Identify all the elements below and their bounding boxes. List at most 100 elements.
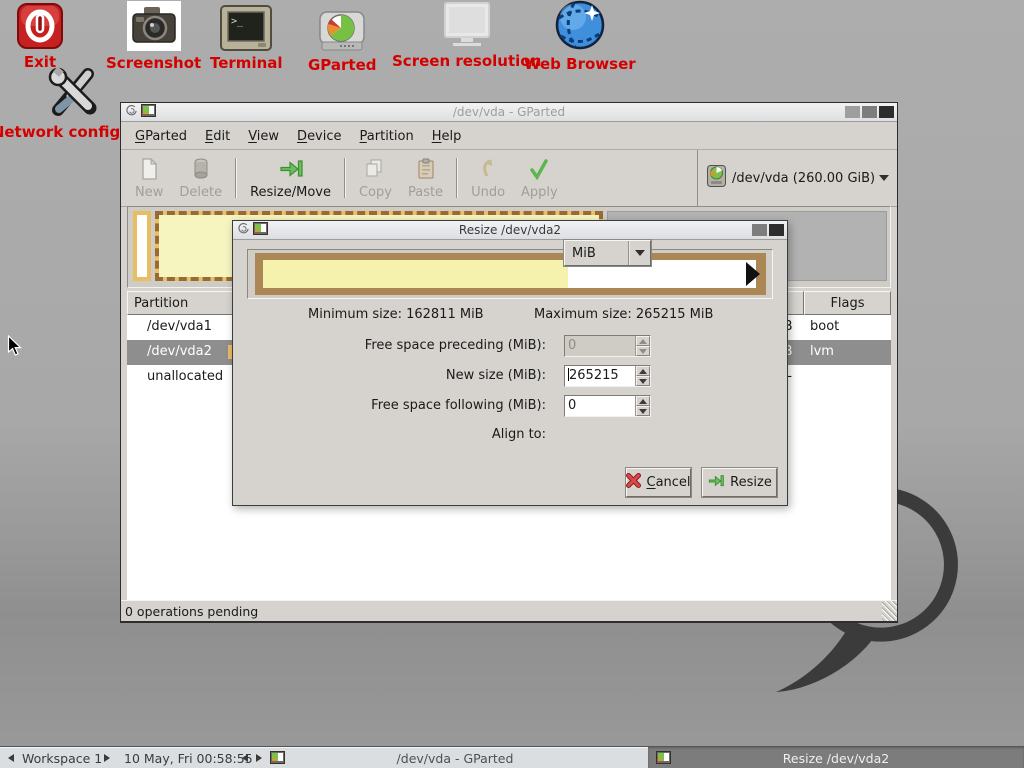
dialog-title: Resize /dev/vda2 bbox=[233, 223, 787, 237]
close-button[interactable] bbox=[879, 106, 894, 118]
desktop-icon-web-browser[interactable]: Web Browser bbox=[524, 0, 636, 73]
free-space-preceding-label: Free space preceding (MiB): bbox=[253, 335, 546, 357]
main-window-title: /dev/vda - GParted bbox=[121, 105, 897, 119]
desktop-icon-exit[interactable]: Exit bbox=[17, 3, 63, 71]
taskbar-task-resize-dialog[interactable]: Resize /dev/vda2 bbox=[648, 747, 1024, 768]
maximize-button[interactable] bbox=[862, 106, 877, 118]
toolbar-separator bbox=[344, 158, 346, 198]
disk-pie-icon bbox=[317, 9, 367, 53]
copy-icon bbox=[363, 157, 387, 185]
desktop-icon-label: Screenshot bbox=[106, 54, 201, 72]
camera-icon bbox=[127, 1, 181, 51]
desktop-icon-label: Web Browser bbox=[524, 55, 636, 73]
desktop-icon-label: Terminal bbox=[210, 54, 283, 72]
new-size-field[interactable]: 265215 bbox=[564, 365, 651, 387]
spin-down-button[interactable] bbox=[636, 376, 650, 386]
resize-slider-used-space bbox=[263, 260, 568, 288]
device-label: /dev/vda (260.00 GiB) bbox=[732, 171, 875, 186]
delete-partition-icon bbox=[189, 157, 213, 185]
taskbar-task-gparted[interactable]: /dev/vda - GParted bbox=[262, 747, 648, 768]
workspace-prev-arrow[interactable] bbox=[8, 747, 14, 768]
taskbar: Workspace 1 10 May, Fri 00:58:55 /dev/vd… bbox=[0, 746, 1024, 768]
pending-operations-text: 0 operations pending bbox=[125, 604, 258, 619]
spin-up-button bbox=[636, 336, 650, 346]
resize-grip[interactable] bbox=[882, 601, 897, 621]
menu-edit[interactable]: Edit bbox=[196, 124, 239, 149]
globe-icon bbox=[553, 0, 607, 52]
desktop-icon-terminal[interactable]: >_ Terminal bbox=[210, 5, 283, 72]
dialog-maximize-button[interactable] bbox=[752, 224, 767, 236]
new-size-label: New size (MiB): bbox=[253, 365, 546, 387]
delete-button[interactable]: Delete bbox=[171, 155, 230, 201]
partition-segment-vda1[interactable] bbox=[133, 211, 151, 281]
apply-button[interactable]: Apply bbox=[513, 155, 566, 201]
resize-dialog: Resize /dev/vda2 Minimum size: 162811 Mi… bbox=[232, 220, 788, 506]
resize-button[interactable]: Resize bbox=[702, 468, 777, 497]
resize-arrow-icon bbox=[707, 473, 725, 493]
resize-slider-right-handle[interactable] bbox=[746, 262, 760, 286]
free-space-following-field[interactable]: 0 bbox=[564, 395, 651, 417]
apply-check-icon bbox=[527, 157, 551, 185]
statusbar: 0 operations pending bbox=[121, 600, 897, 621]
menu-device[interactable]: Device bbox=[288, 124, 350, 149]
align-to-value: MiB bbox=[565, 246, 628, 261]
menu-view[interactable]: View bbox=[239, 124, 288, 149]
gparted-app-icon bbox=[270, 751, 285, 767]
power-icon bbox=[17, 3, 63, 50]
spin-down-button[interactable] bbox=[636, 406, 650, 416]
align-to-combo[interactable]: MiB bbox=[564, 240, 651, 266]
mouse-cursor bbox=[7, 335, 23, 361]
toolbar-separator bbox=[456, 158, 458, 198]
desktop-icon-label: Network config bbox=[0, 123, 120, 141]
main-titlebar[interactable]: /dev/vda - GParted bbox=[121, 103, 897, 122]
align-to-label: Align to: bbox=[253, 424, 546, 446]
resize-move-button[interactable]: Resize/Move bbox=[242, 155, 339, 201]
terminal-icon: >_ bbox=[220, 5, 272, 51]
toolbar: New Delete Resize/Move Copy bbox=[121, 150, 897, 207]
dialog-titlebar[interactable]: Resize /dev/vda2 bbox=[233, 221, 787, 240]
maximum-size-label: Maximum size: 265215 MiB bbox=[534, 307, 713, 322]
spin-up-button[interactable] bbox=[636, 396, 650, 406]
workspace-label: Workspace 1 bbox=[22, 747, 102, 768]
window-prev-arrow[interactable] bbox=[242, 747, 248, 768]
undo-icon bbox=[476, 157, 500, 185]
new-button[interactable]: New bbox=[127, 155, 171, 201]
desktop-icon-label: Screen resolution bbox=[392, 52, 541, 70]
clock: 10 May, Fri 00:58:55 bbox=[124, 747, 253, 768]
menu-help[interactable]: Help bbox=[423, 124, 471, 149]
resize-slider-frame bbox=[255, 253, 766, 295]
minimum-size-label: Minimum size: 162811 MiB bbox=[308, 307, 484, 322]
resize-slider[interactable] bbox=[247, 249, 773, 299]
device-disk-icon bbox=[707, 165, 726, 191]
spin-down-button bbox=[636, 346, 650, 356]
menu-partition[interactable]: Partition bbox=[351, 124, 423, 149]
spin-up-button[interactable] bbox=[636, 366, 650, 376]
desktop-icon-screenshot[interactable]: Screenshot bbox=[106, 1, 201, 72]
cancel-x-icon bbox=[626, 473, 641, 492]
tools-icon bbox=[44, 66, 102, 120]
cancel-button[interactable]: Cancel bbox=[626, 468, 691, 497]
minimize-button[interactable] bbox=[845, 106, 860, 118]
desktop-icon-gparted[interactable]: GParted bbox=[308, 9, 377, 74]
resize-move-icon bbox=[279, 157, 303, 185]
workspace-next-arrow[interactable] bbox=[104, 747, 110, 768]
toolbar-separator bbox=[235, 158, 237, 198]
menu-gparted[interactable]: GParted bbox=[126, 124, 196, 149]
device-dropdown-arrow[interactable] bbox=[879, 175, 889, 181]
copy-button[interactable]: Copy bbox=[351, 155, 400, 201]
undo-button[interactable]: Undo bbox=[463, 155, 513, 201]
free-space-following-label: Free space following (MiB): bbox=[253, 395, 546, 417]
paste-icon bbox=[414, 157, 438, 185]
combo-dropdown-arrow bbox=[628, 241, 650, 265]
desktop: Exit Screenshot >_ Terminal bbox=[0, 0, 1024, 768]
desktop-icon-label: GParted bbox=[308, 56, 377, 74]
svg-text:>_: >_ bbox=[231, 16, 244, 27]
desktop-icon-screen-resolution[interactable]: Screen resolution bbox=[392, 1, 541, 70]
paste-button[interactable]: Paste bbox=[400, 155, 451, 201]
dialog-close-button[interactable] bbox=[769, 224, 784, 236]
new-partition-icon bbox=[137, 157, 161, 185]
free-space-preceding-field: 0 bbox=[564, 335, 651, 357]
column-header-flags[interactable]: Flags bbox=[804, 291, 891, 315]
desktop-icon-network-config[interactable]: Network config bbox=[8, 66, 104, 141]
device-selector[interactable]: /dev/vda (260.00 GiB) bbox=[697, 150, 897, 206]
